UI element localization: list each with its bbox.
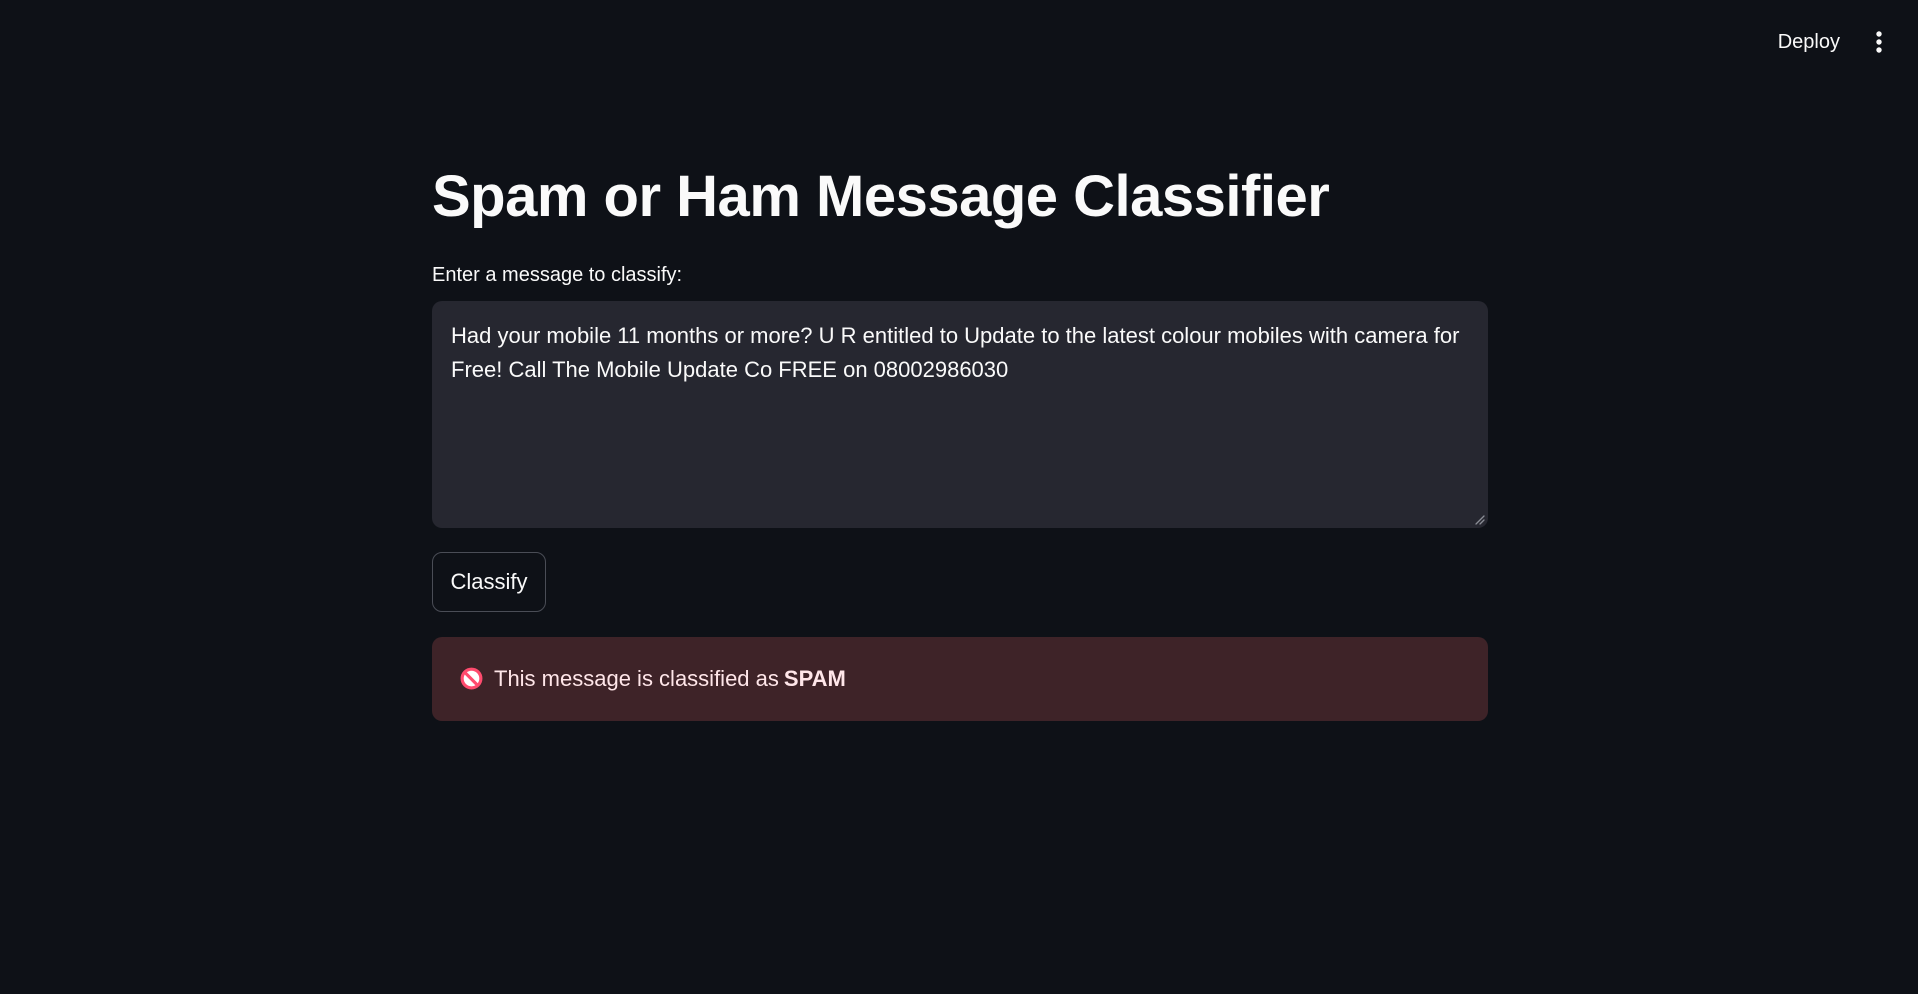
app-viewport: Deploy Spam or Ham Message Classifier En… — [0, 0, 1918, 994]
classification-prefix: This message is classified as — [494, 665, 779, 691]
classification-label: SPAM — [783, 665, 846, 691]
top-toolbar: Deploy — [1768, 18, 1890, 66]
more-vertical-icon[interactable] — [1868, 21, 1890, 63]
streamlit-app-frame: Deploy Spam or Ham Message Classifier En… — [0, 0, 1918, 994]
main-content: Spam or Ham Message Classifier Enter a m… — [432, 165, 1488, 721]
resize-handle-icon[interactable] — [1473, 513, 1485, 525]
message-textarea[interactable]: Had your mobile 11 months or more? U R e… — [432, 300, 1488, 528]
message-input-container: Had your mobile 11 months or more? U R e… — [432, 300, 1488, 528]
prohibited-icon — [460, 667, 483, 690]
message-input-label: Enter a message to classify: — [432, 263, 683, 286]
classification-result-alert: This message is classified as SPAM — [432, 636, 1488, 721]
page-title: Spam or Ham Message Classifier — [432, 164, 1330, 229]
classification-result-text: This message is classified as SPAM — [494, 666, 846, 692]
classify-button[interactable]: Classify — [432, 551, 546, 612]
deploy-button[interactable]: Deploy — [1768, 24, 1850, 60]
